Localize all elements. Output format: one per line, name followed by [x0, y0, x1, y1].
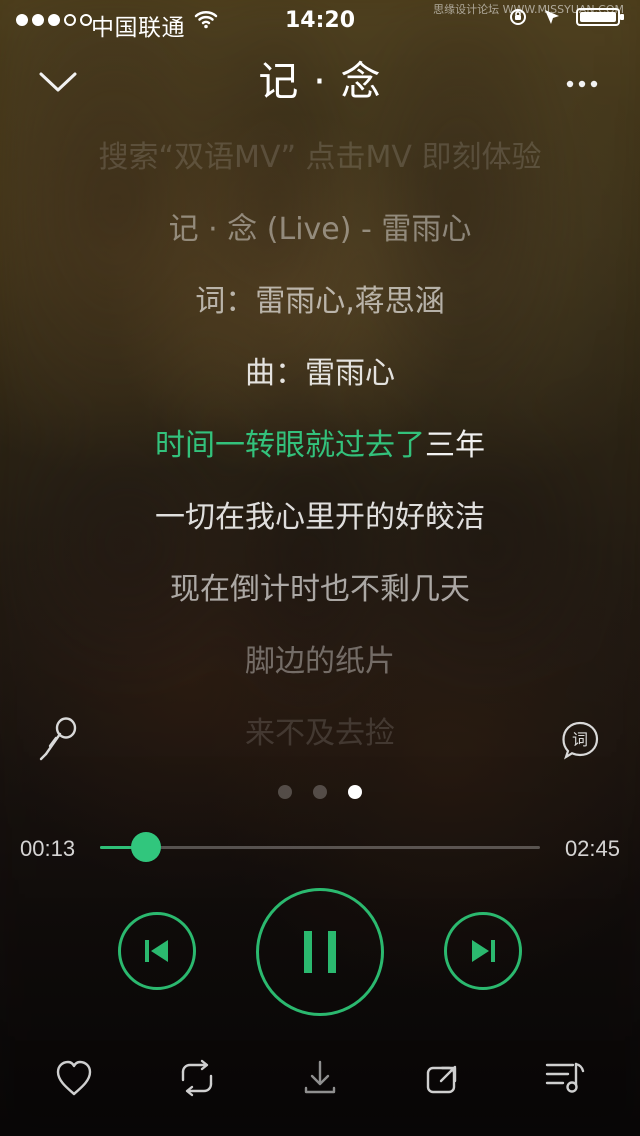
lyric-line: 搜索“双语MV” 点击MV 即刻体验 — [98, 140, 542, 175]
bottom-toolbar — [0, 1046, 640, 1116]
signal-dot — [16, 14, 28, 26]
share-button[interactable] — [417, 1052, 469, 1104]
pause-button[interactable] — [256, 888, 384, 1016]
lyric-line: 来不及去捡 — [245, 716, 395, 751]
page-dot — [313, 785, 327, 799]
repeat-icon — [181, 1059, 213, 1097]
lyric-bubble-icon: 词 — [562, 721, 599, 760]
lyric-line: 一切在我心里开的好皎洁 — [155, 500, 485, 535]
collapse-button[interactable] — [36, 62, 80, 106]
more-button[interactable] — [560, 62, 604, 106]
lyrics-button[interactable]: 词 — [552, 712, 608, 768]
pause-icon — [304, 931, 336, 973]
progress-thumb[interactable] — [131, 832, 162, 862]
previous-track-icon — [145, 940, 168, 962]
lyric-line: 现在倒计时也不剩几天 — [170, 572, 470, 607]
signal-dot — [48, 14, 60, 26]
chevron-down-icon — [39, 72, 77, 92]
current-lyric-line: 时间一转眼就过去了三年 — [20, 428, 620, 464]
favorite-button[interactable] — [48, 1052, 100, 1104]
music-player-screen: 思缘设计论坛 WWW.MISSYUAN.COM 中国联通 14:20 记 · 念… — [0, 0, 640, 1136]
download-icon — [304, 1060, 336, 1094]
page-indicator — [278, 784, 362, 800]
current-time: 00:13 — [20, 836, 76, 861]
signal-dot — [64, 14, 76, 26]
signal-strength — [16, 14, 92, 26]
lyric-line: 曲：雷雨心 — [245, 356, 395, 391]
lyric-line: 记 · 念 (Live) - 雷雨心 — [168, 212, 472, 247]
carrier-name: 中国联通 — [91, 15, 185, 41]
current-lyric-remaining: 三年 — [425, 428, 485, 463]
next-button[interactable] — [444, 912, 522, 990]
previous-button[interactable] — [118, 912, 196, 990]
next-track-icon — [472, 940, 495, 962]
repeat-button[interactable] — [171, 1052, 223, 1104]
svg-text:词: 词 — [572, 730, 588, 749]
microphone-icon — [39, 717, 77, 761]
lyric-line: 词：雷雨心,蒋思涵 — [195, 284, 445, 319]
queue-music-icon — [545, 1062, 585, 1093]
signal-dot — [32, 14, 44, 26]
total-time: 02:45 — [564, 836, 620, 861]
share-icon — [426, 1065, 457, 1094]
more-icon — [566, 80, 598, 88]
player-header: 记 · 念 — [0, 44, 640, 124]
page-dot — [278, 785, 292, 799]
song-title: 记 · 念 — [258, 59, 382, 105]
lyric-line: 脚边的纸片 — [245, 644, 395, 679]
status-time: 14:20 — [284, 8, 356, 33]
current-lyric-progress: 时间一转眼就过去了 — [155, 428, 425, 463]
queue-button[interactable] — [539, 1052, 591, 1104]
page-dot-active — [348, 785, 362, 799]
wifi-icon — [194, 8, 218, 32]
heart-icon — [56, 1060, 92, 1096]
watermark-text: 思缘设计论坛 WWW.MISSYUAN.COM — [433, 3, 624, 16]
karaoke-button[interactable] — [32, 712, 88, 768]
watermark: 思缘设计论坛 WWW.MISSYUAN.COM — [433, 4, 624, 16]
download-button[interactable] — [294, 1052, 346, 1104]
progress-slider[interactable] — [100, 832, 540, 862]
